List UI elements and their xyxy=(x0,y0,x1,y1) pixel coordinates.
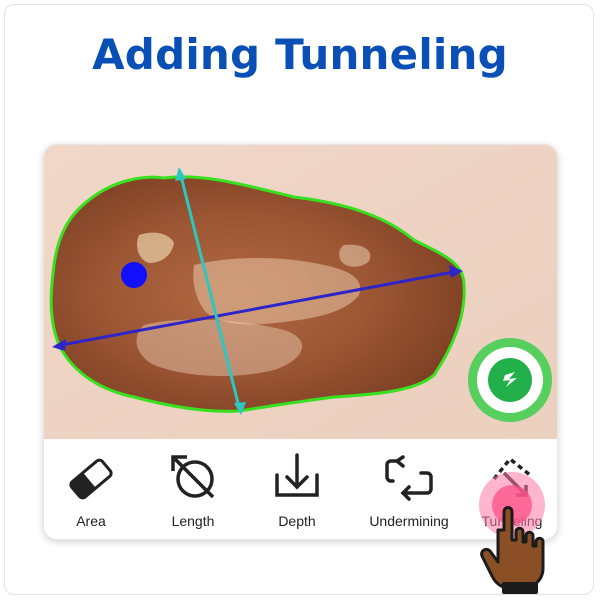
tool-depth[interactable]: Depth xyxy=(247,449,347,535)
eraser-icon xyxy=(69,458,113,500)
page-title: Adding Tunneling xyxy=(92,30,508,79)
tool-area[interactable]: Area xyxy=(44,449,141,535)
tool-depth-label: Depth xyxy=(278,513,316,529)
depth-icon xyxy=(275,453,319,497)
undermining-icon xyxy=(385,455,433,501)
tool-area-label: Area xyxy=(76,513,106,529)
hand-cuff xyxy=(502,582,538,594)
tool-undermining[interactable]: Undermining xyxy=(350,449,468,535)
tool-length-label: Length xyxy=(171,513,215,529)
tool-undermining-label: Undermining xyxy=(369,513,449,529)
tool-length[interactable]: Length xyxy=(143,449,243,535)
depth-marker[interactable] xyxy=(121,262,147,288)
length-measure-icon xyxy=(171,455,215,499)
tap-hand-pointer xyxy=(479,472,545,594)
floating-action-button[interactable] xyxy=(465,330,555,430)
